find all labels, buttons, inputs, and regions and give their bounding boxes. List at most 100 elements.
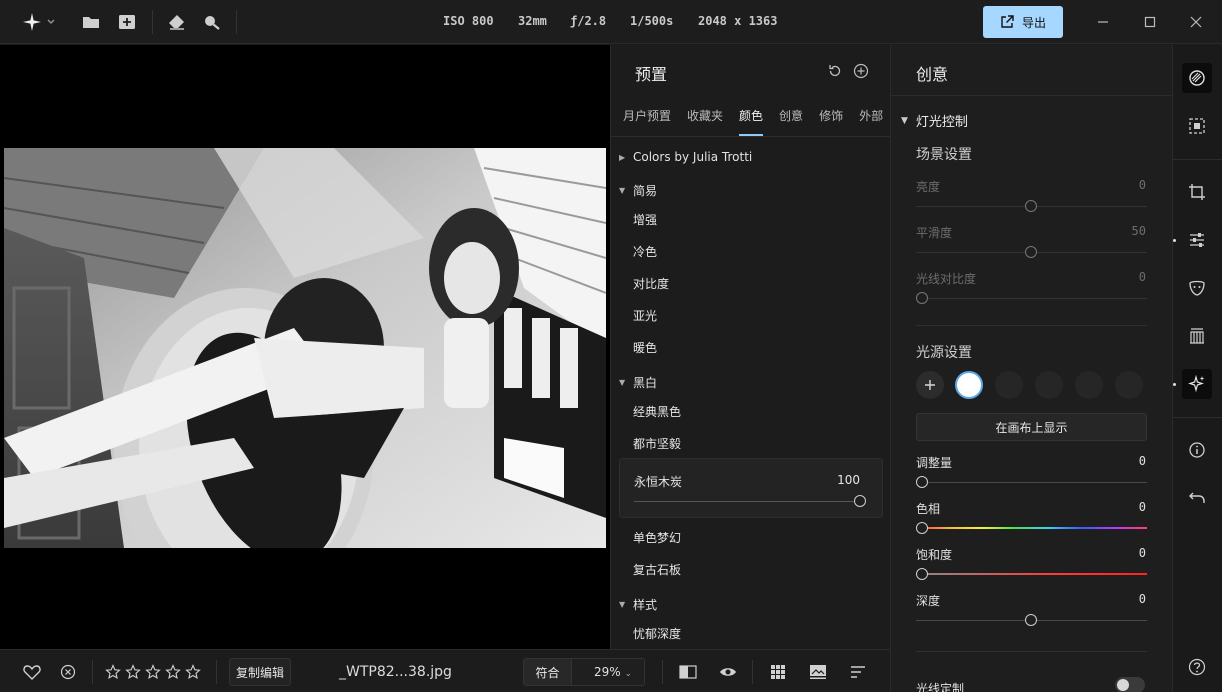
help-icon	[1188, 658, 1206, 676]
exif-shutter: 1/500s	[630, 14, 674, 28]
star-icon[interactable]	[103, 662, 123, 682]
star-icon[interactable]	[183, 662, 203, 682]
star-icon[interactable]	[123, 662, 143, 682]
portrait-tool[interactable]	[1182, 273, 1212, 303]
add-light-button[interactable]	[916, 371, 944, 399]
slider-handle[interactable]	[916, 568, 928, 580]
brightness-slider[interactable]	[916, 200, 1147, 212]
landscape-tool[interactable]	[1182, 321, 1212, 351]
preset-amount-slider[interactable]	[634, 495, 866, 507]
copy-edits-button[interactable]: 复制编辑	[229, 658, 291, 686]
creative-title: 创意	[916, 65, 949, 84]
group-style[interactable]: ▼ 样式	[619, 596, 657, 613]
export-button[interactable]: 导出	[983, 6, 1063, 38]
close-button[interactable]	[1186, 12, 1206, 32]
presets-title: 预置	[635, 65, 668, 84]
info-tool[interactable]	[1182, 435, 1212, 465]
single-view-icon[interactable]	[808, 662, 828, 682]
layers-tool[interactable]	[1182, 63, 1212, 93]
slider-handle[interactable]	[854, 495, 866, 507]
group-black-white[interactable]: ▼ 黑白	[619, 374, 657, 391]
light-source-slot[interactable]	[1075, 371, 1103, 399]
maximize-button[interactable]	[1140, 12, 1160, 32]
photo-image	[4, 148, 606, 548]
tab-creative[interactable]: 创意	[779, 103, 803, 136]
add-image-icon[interactable]	[117, 12, 137, 32]
favorite-heart-icon[interactable]	[22, 662, 42, 682]
preset-item[interactable]: 都市坚毅	[633, 435, 681, 452]
group-simple[interactable]: ▼ 简易	[619, 182, 657, 199]
light-source-slot[interactable]	[1115, 371, 1143, 399]
relight-section-header[interactable]: ▼ 灯光控制	[901, 111, 968, 130]
tab-user-presets[interactable]: 月户预置	[623, 103, 671, 136]
toolbar-divider	[152, 10, 153, 34]
history-tool[interactable]	[1182, 483, 1212, 513]
star-icon[interactable]	[143, 662, 163, 682]
toolbar-divider	[236, 10, 237, 34]
light-source-slot[interactable]	[995, 371, 1023, 399]
triangle-down-icon: ▼	[619, 378, 626, 387]
light-source-title: 光源设置	[916, 345, 972, 361]
compare-icon[interactable]	[678, 662, 698, 682]
preset-item[interactable]: 对比度	[633, 275, 669, 292]
slider-handle[interactable]	[916, 522, 928, 534]
light-contrast-slider[interactable]	[916, 292, 1147, 304]
tab-external[interactable]: 外部	[859, 103, 883, 136]
preset-item[interactable]: 亚光	[633, 307, 657, 324]
saturation-slider[interactable]	[916, 568, 1147, 580]
toolbar-divider	[216, 660, 217, 684]
preset-item[interactable]: 增强	[633, 211, 657, 228]
sort-icon[interactable]	[848, 662, 868, 682]
selection-tool[interactable]	[1182, 111, 1212, 141]
slider-handle[interactable]	[1025, 246, 1037, 258]
tab-favorites[interactable]: 收藏夹	[687, 103, 723, 136]
image-canvas[interactable]	[0, 45, 610, 649]
tab-color[interactable]: 颜色	[739, 103, 764, 136]
slider-label-depth: 深度	[916, 594, 941, 608]
zoom-level-dropdown[interactable]: 29% ⌄	[594, 665, 632, 679]
slider-handle[interactable]	[916, 476, 928, 488]
luminar-logo-menu[interactable]	[22, 12, 56, 32]
eye-icon[interactable]	[718, 662, 738, 682]
preset-item[interactable]: 忧郁深度	[633, 625, 681, 642]
crop-tool[interactable]	[1182, 177, 1212, 207]
minimize-button[interactable]	[1093, 12, 1113, 32]
preset-item[interactable]: 经典黑色	[633, 403, 681, 420]
smoothness-slider[interactable]	[916, 246, 1147, 258]
preset-item[interactable]: 暖色	[633, 339, 657, 356]
preset-item[interactable]: 单色梦幻	[633, 529, 681, 546]
hue-slider[interactable]	[916, 522, 1147, 534]
preset-item[interactable]: 复古石板	[633, 561, 681, 578]
light-source-white-selected[interactable]	[955, 371, 983, 399]
scene-settings-title: 场景设置	[916, 147, 972, 163]
help-tool[interactable]	[1182, 652, 1212, 682]
search-icon[interactable]	[202, 12, 222, 32]
amount-slider[interactable]	[916, 476, 1147, 488]
light-source-slot[interactable]	[1035, 371, 1063, 399]
reset-icon[interactable]	[827, 63, 843, 79]
slider-label-light-contrast: 光线对比度	[916, 272, 977, 286]
fit-button[interactable]: 符合	[524, 659, 572, 685]
depth-slider[interactable]	[916, 614, 1147, 626]
add-preset-icon[interactable]	[853, 63, 869, 79]
photo-preview[interactable]	[4, 148, 606, 548]
eraser-icon[interactable]	[167, 12, 187, 32]
custom-light-toggle[interactable]	[1115, 677, 1145, 692]
selected-preset-card[interactable]: 永恒木炭 100	[619, 458, 883, 518]
building-icon	[1190, 328, 1204, 344]
star-icon[interactable]	[163, 662, 183, 682]
slider-handle[interactable]	[1025, 614, 1037, 626]
slider-handle[interactable]	[916, 292, 928, 304]
folder-icon[interactable]	[81, 12, 101, 32]
grid-view-icon[interactable]	[768, 662, 788, 682]
adjustments-tool[interactable]	[1182, 225, 1212, 255]
creative-tool[interactable]	[1182, 369, 1212, 399]
group-julia-trotti[interactable]: ▶ Colors by Julia Trotti	[619, 150, 752, 164]
show-on-canvas-button[interactable]: 在画布上显示	[916, 413, 1147, 441]
slider-handle[interactable]	[1025, 200, 1037, 212]
preset-item[interactable]: 冷色	[633, 243, 657, 260]
tab-retouch[interactable]: 修饰	[819, 103, 843, 136]
slider-label-saturation: 饱和度	[916, 548, 953, 562]
reject-icon[interactable]	[58, 662, 78, 682]
toolbar-divider	[752, 660, 753, 684]
